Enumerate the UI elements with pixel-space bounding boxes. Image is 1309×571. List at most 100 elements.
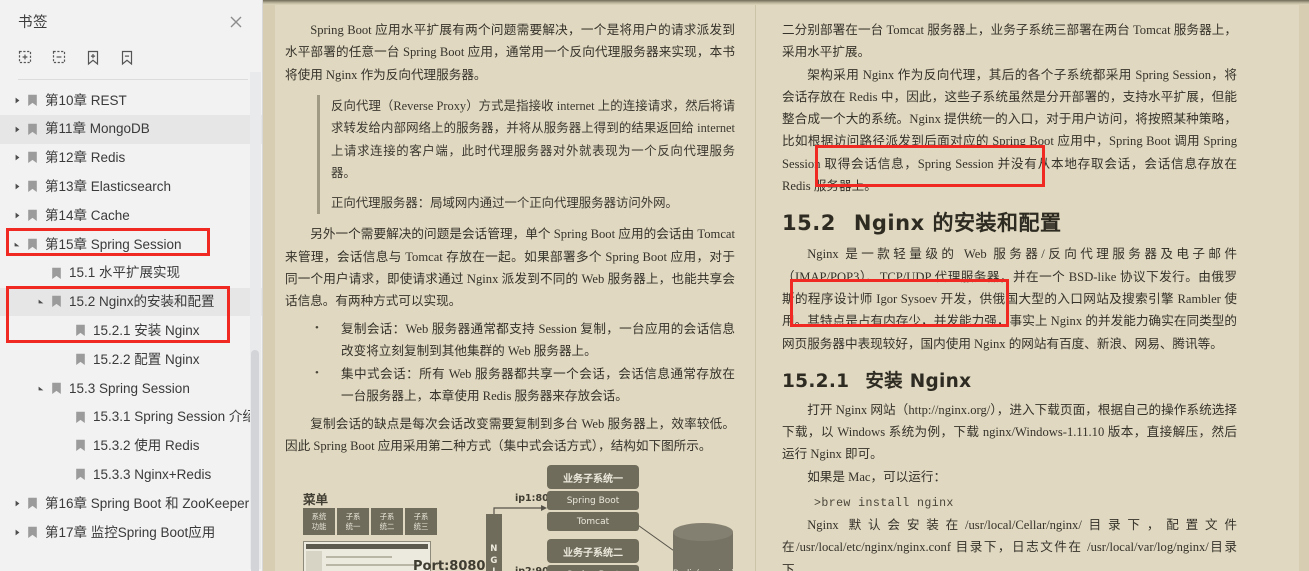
bookmark-label: 第16章 Spring Boot 和 ZooKeeper xyxy=(45,495,250,511)
menu-tab-line2: 统三 xyxy=(413,521,429,531)
bookmark-label: 15.2 Nginx的安装和配置 xyxy=(69,294,215,310)
menu-tab-line2: 统一 xyxy=(345,521,361,531)
list-item: 复制会话：Web 服务器通常都支持 Session 复制，一台应用的会话信息改变… xyxy=(285,317,735,363)
menu-tab-line1: 子系 xyxy=(345,511,361,521)
collapse-all-button[interactable] xyxy=(48,47,70,69)
bookmark-icon xyxy=(24,238,40,251)
bookmark-item[interactable]: 15.3.2 使用 Redis xyxy=(0,432,262,461)
port-label: Port:8080 xyxy=(413,559,486,571)
bookmark-label: 15.3.3 Nginx+Redis xyxy=(93,467,212,482)
bookmark-item[interactable]: 第11章 MongoDB xyxy=(0,114,262,144)
bookmark-icon xyxy=(24,497,40,510)
paragraph: Nginx 默认会安装在/usr/local/Cellar/nginx/目录下，… xyxy=(782,518,1237,571)
paragraph: 另外一个需要解决的问题是会话管理，单个 Spring Boot 应用的会话由 T… xyxy=(285,227,735,309)
bookmark-item[interactable]: 第14章 Cache xyxy=(0,201,262,230)
chevron-right-icon[interactable] xyxy=(10,528,24,537)
bookmark-icon xyxy=(72,353,88,366)
pdf-reader-window: 书签 第10章 REST 第11章 MongoDB 第12章 Redis 第13… xyxy=(0,0,1309,571)
paragraph: 架构采用 Nginx 作为反向代理，其后的各个子系统都采用 Spring Ses… xyxy=(782,67,1237,194)
subsystem-title: 业务子系统一 xyxy=(547,465,639,490)
bookmark-item[interactable]: 第12章 Redis xyxy=(0,144,262,173)
page-left-margin xyxy=(263,5,275,571)
bookmark-item[interactable]: 15.3 Spring Session xyxy=(0,374,262,403)
bookmark-item[interactable]: 15.2 Nginx的安装和配置 xyxy=(0,287,262,317)
bookmark-item[interactable]: 15.2.2 配置 Nginx xyxy=(0,345,262,374)
expand-all-button[interactable] xyxy=(14,47,36,69)
bookmark-icon xyxy=(24,209,40,222)
section-title: Nginx 的安装和配置 xyxy=(853,211,1062,236)
bookmark-icon xyxy=(48,382,64,395)
subsection-number: 15.2.1 xyxy=(782,370,850,392)
add-bookmark-button[interactable] xyxy=(82,47,104,69)
sidebar-header: 书签 xyxy=(0,0,262,42)
bookmark-label: 15.3 Spring Session xyxy=(69,380,190,396)
chevron-right-icon[interactable] xyxy=(10,96,24,105)
nginx-node: NGINX xyxy=(486,514,502,571)
bookmark-item[interactable]: 15.2.1 安装 Nginx xyxy=(0,316,262,345)
list-item: 集中式会话：所有 Web 服务器都共享一个会话，会话信息通常存放在一台服务器上，… xyxy=(285,362,735,408)
bookmark-item[interactable]: 15.1 水平扩展实现 xyxy=(0,259,262,288)
subsystem-block: 业务子系统一 Spring Boot Tomcat xyxy=(547,465,639,533)
bookmark-icon xyxy=(24,123,40,136)
bookmark-label: 15.1 水平扩展实现 xyxy=(69,265,181,281)
menu-tab-line1: 系统 xyxy=(311,511,327,521)
menu-tab: 子系 统二 xyxy=(371,508,403,536)
note-block: 反向代理（Reverse Proxy）方式是指接收 internet 上的连接请… xyxy=(317,94,735,215)
bookmark-tree[interactable]: 第10章 REST 第11章 MongoDB 第12章 Redis 第13章 Elas… xyxy=(0,82,262,571)
bookmark-icon xyxy=(72,439,88,452)
pdf-page-view[interactable]: Spring Boot 应用水平扩展有两个问题需要解决，一个是将用户的请求派发到… xyxy=(263,0,1309,571)
paragraph: Spring Boot 应用水平扩展有两个问题需要解决，一个是将用户的请求派发到… xyxy=(285,23,735,82)
bookmark-item[interactable]: 第16章 Spring Boot 和 ZooKeeper xyxy=(0,489,262,518)
bookmarks-sidebar: 书签 第10章 REST 第11章 MongoDB 第12章 Redis 第13… xyxy=(0,0,263,571)
remove-bookmark-button[interactable] xyxy=(116,47,138,69)
subsystem-row: Spring Boot xyxy=(547,565,639,571)
menu-tabs: 系统 功能 子系 统一 子系 统二 子系 统三 xyxy=(303,508,437,536)
sidebar-title: 书签 xyxy=(18,14,48,31)
subsystem-row: Spring Boot xyxy=(547,491,639,511)
chevron-right-icon[interactable] xyxy=(10,125,24,134)
subsection-title: 安装 Nginx xyxy=(865,370,972,392)
chevron-right-icon[interactable] xyxy=(10,499,24,508)
bookmark-label: 15.3.2 使用 Redis xyxy=(93,438,200,454)
menu-tab-line1: 子系 xyxy=(379,511,395,521)
page-right-margin xyxy=(1299,5,1309,571)
menu-tab: 系统 功能 xyxy=(303,508,335,536)
chevron-down-icon[interactable] xyxy=(10,240,24,249)
toolbar-divider xyxy=(18,79,248,80)
bookmark-item[interactable]: 第10章 REST xyxy=(0,86,262,115)
page-gutter xyxy=(755,5,756,571)
bookmark-label: 15.2.2 配置 Nginx xyxy=(93,351,200,367)
menu-tab-line2: 功能 xyxy=(311,521,327,531)
bookmark-item[interactable]: 第13章 Elasticsearch xyxy=(0,172,262,201)
menu-tab-line1: 子系 xyxy=(413,511,429,521)
sidebar-scrollbar-track[interactable] xyxy=(250,72,261,571)
close-icon[interactable] xyxy=(226,12,246,32)
redis-node: Redis(session) xyxy=(673,523,735,571)
sidebar-scrollbar-thumb[interactable] xyxy=(251,350,259,571)
bookmark-item[interactable]: 15.3.3 Nginx+Redis xyxy=(0,460,262,489)
bookmark-icon xyxy=(48,295,64,308)
note-paragraph: 反向代理（Reverse Proxy）方式是指接收 internet 上的连接请… xyxy=(331,98,735,181)
code-line: >brew install nginx xyxy=(814,497,954,511)
bookmark-item[interactable]: 第17章 监控Spring Boot应用 xyxy=(0,518,262,547)
chevron-down-icon[interactable] xyxy=(34,384,48,393)
chevron-down-icon[interactable] xyxy=(34,297,48,306)
chevron-right-icon[interactable] xyxy=(10,211,24,220)
note-paragraph: 正向代理服务器：局域网内通过一个正向代理服务器访问外网。 xyxy=(331,195,678,210)
bookmark-icon xyxy=(72,468,88,481)
menu-tab: 子系 统一 xyxy=(337,508,369,536)
bookmark-label: 第12章 Redis xyxy=(45,150,126,166)
subsystem-block: 业务子系统二 Spring Boot Tomcat xyxy=(547,539,639,571)
paragraph: 二分别部署在一台 Tomcat 服务器上，业务子系统三部署在两台 Tomcat … xyxy=(782,23,1237,60)
chevron-right-icon[interactable] xyxy=(10,153,24,162)
bookmark-icon xyxy=(24,94,40,107)
bookmark-item[interactable]: 15.3.1 Spring Session 介绍 xyxy=(0,403,262,432)
pdf-page-left: Spring Boot 应用水平扩展有两个问题需要解决，一个是将用户的请求派发到… xyxy=(263,5,755,571)
chevron-right-icon[interactable] xyxy=(10,182,24,191)
paragraph: 复制会话的缺点是每次会话改变需要复制到多台 Web 服务器上，效率较低。因此 S… xyxy=(285,416,735,454)
section-heading-152: 15.2 Nginx 的安装和配置 xyxy=(782,207,1237,237)
bookmark-label: 第15章 Spring Session xyxy=(45,236,182,252)
bookmark-item[interactable]: 第15章 Spring Session xyxy=(0,230,262,259)
bookmark-label: 15.2.1 安装 Nginx xyxy=(93,323,200,339)
subsystem-row: Tomcat xyxy=(547,512,639,532)
